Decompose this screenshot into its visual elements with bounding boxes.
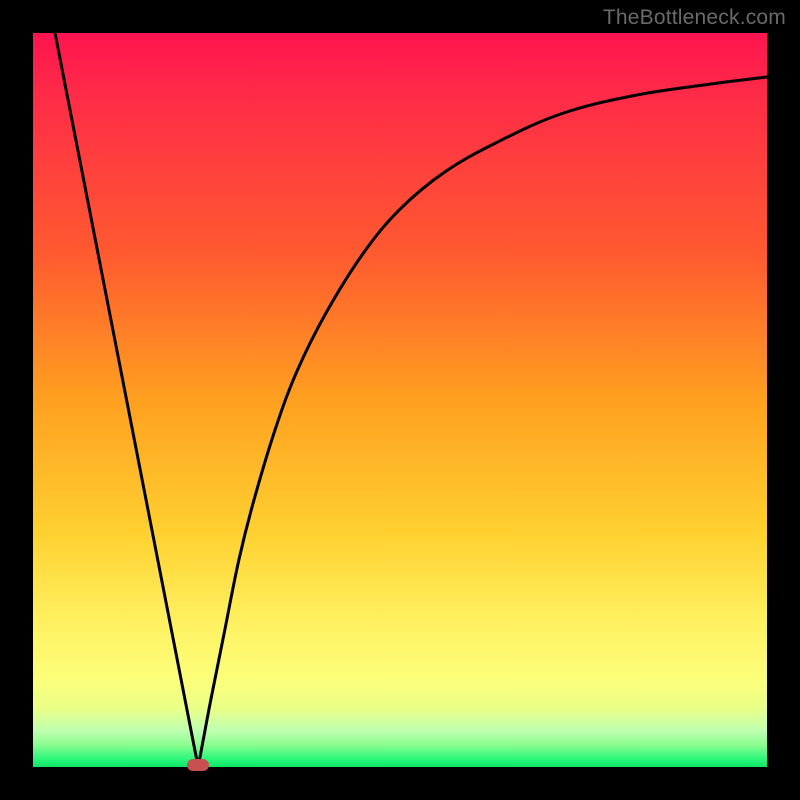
minimum-marker (187, 759, 209, 771)
curve-path (55, 33, 767, 767)
plot-area (33, 33, 767, 767)
bottleneck-curve (33, 33, 767, 767)
watermark-text: TheBottleneck.com (603, 6, 786, 30)
chart-frame: TheBottleneck.com (0, 0, 800, 800)
